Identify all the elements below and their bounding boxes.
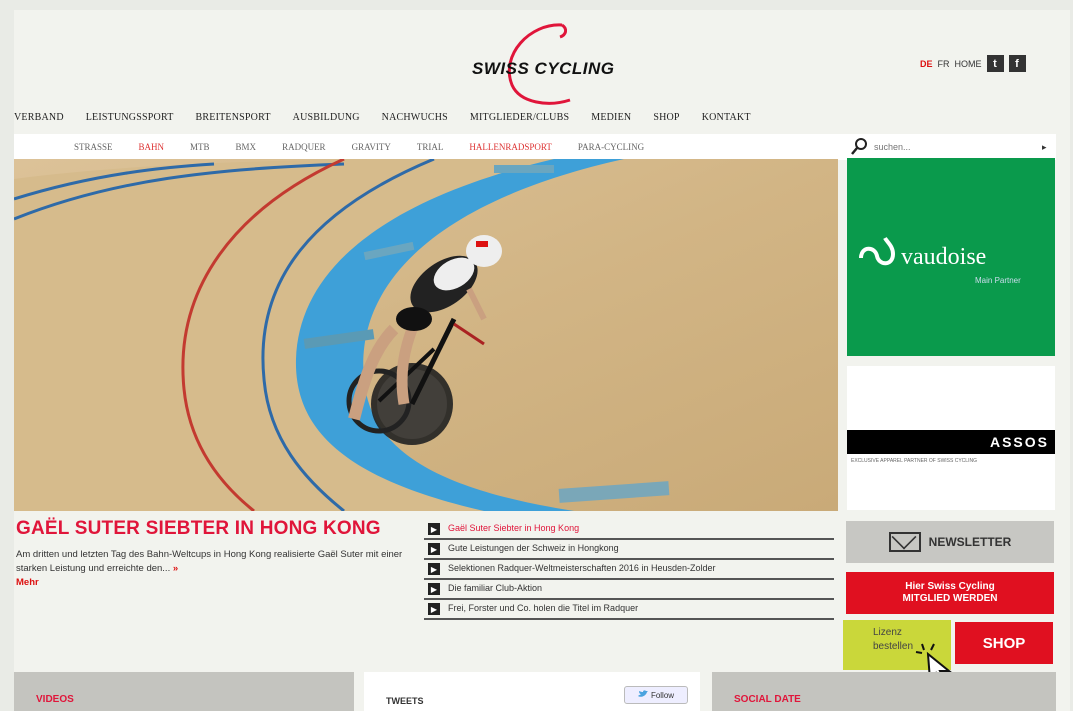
- subnav-trial[interactable]: TRIAL: [417, 142, 444, 152]
- news-item-text[interactable]: Frei, Forster und Co. holen die Titel im…: [448, 603, 638, 614]
- news-item[interactable]: ▶ Frei, Forster und Co. holen die Titel …: [424, 600, 834, 620]
- search-input[interactable]: [872, 141, 1036, 153]
- home-link[interactable]: HOME: [955, 59, 982, 69]
- tweets-panel: TWEETS Follow: [364, 672, 700, 711]
- assos-ad[interactable]: ASSOS EXCLUSIVE APPAREL PARTNER OF SWISS…: [847, 366, 1055, 510]
- social-date-label: SOCIAL DATE: [734, 694, 801, 705]
- twitter-follow-button[interactable]: Follow: [624, 686, 688, 704]
- vaudoise-ad[interactable]: vaudoise Main Partner: [847, 158, 1055, 356]
- article-teaser: Am dritten und letzten Tag des Bahn-Welt…: [16, 548, 416, 590]
- bullet-arrow-icon: ▶: [428, 523, 440, 535]
- subnav-para-cycling[interactable]: PARA-CYCLING: [578, 142, 644, 152]
- nav-leistungssport[interactable]: LEISTUNGSSPORT: [86, 112, 174, 123]
- bullet-arrow-icon: ▶: [428, 583, 440, 595]
- main-nav: VERBAND LEISTUNGSSPORT BREITENSPORT AUSB…: [14, 112, 751, 123]
- lang-de-link[interactable]: DE: [920, 59, 933, 69]
- sub-nav: STRASSE BAHN MTB BMX RADQUER GRAVITY TRI…: [14, 134, 850, 160]
- nav-verband[interactable]: VERBAND: [14, 112, 64, 123]
- shop-label: SHOP: [982, 634, 1026, 652]
- swiss-cycling-logo[interactable]: SWISS CYCLING: [440, 15, 660, 110]
- news-item-text[interactable]: Die familiar Club-Aktion: [448, 583, 542, 594]
- article-title[interactable]: GAËL SUTER SIEBTER IN HONG KONG: [16, 518, 381, 540]
- nav-medien[interactable]: MEDIEN: [591, 112, 631, 123]
- news-item-text[interactable]: Selektionen Radquer-Weltmeisterschaften …: [448, 563, 715, 574]
- more-arrow[interactable]: »: [173, 563, 178, 574]
- become-member-button[interactable]: Hier Swiss Cycling MITGLIED WERDEN: [846, 572, 1054, 614]
- news-item-text[interactable]: Gaël Suter Siebter in Hong Kong: [448, 523, 579, 534]
- assos-logo: ASSOS: [847, 430, 1055, 454]
- news-item[interactable]: ▶ Gute Leistungen der Schweiz in Hongkon…: [424, 540, 834, 560]
- subnav-gravity[interactable]: GRAVITY: [352, 142, 391, 152]
- videos-label: VIDEOS: [36, 694, 74, 705]
- nav-nachwuchs[interactable]: NACHWUCHS: [382, 112, 448, 123]
- subnav-hallenradsport[interactable]: HALLENRADSPORT: [469, 142, 551, 152]
- follow-label: Follow: [650, 690, 675, 700]
- lizenz-line2: bestellen: [873, 641, 914, 652]
- news-item[interactable]: ▶ Gaël Suter Siebter in Hong Kong: [424, 520, 834, 540]
- top-links: DE FR HOME t f: [920, 55, 1026, 72]
- velodrome-cyclist-image: [14, 159, 838, 511]
- nav-shop[interactable]: SHOP: [653, 112, 679, 123]
- nav-kontakt[interactable]: KONTAKT: [702, 112, 751, 123]
- videos-panel: VIDEOS: [14, 672, 354, 711]
- twitter-icon[interactable]: t: [986, 55, 1004, 72]
- nav-mitglieder-clubs[interactable]: MITGLIEDER/CLUBS: [470, 112, 569, 123]
- subnav-bmx[interactable]: BMX: [236, 142, 257, 152]
- subnav-radquer[interactable]: RADQUER: [282, 142, 326, 152]
- subnav-bahn[interactable]: BAHN: [139, 142, 165, 152]
- news-item[interactable]: ▶ Die familiar Club-Aktion: [424, 580, 834, 600]
- envelope-icon: [888, 532, 921, 552]
- facebook-icon[interactable]: f: [1008, 55, 1026, 72]
- vaudoise-logo-icon: [857, 236, 897, 279]
- subnav-strasse[interactable]: STRASSE: [74, 142, 113, 152]
- nav-ausbildung[interactable]: AUSBILDUNG: [293, 112, 360, 123]
- member-line1: Hier Swiss Cycling: [905, 581, 995, 592]
- news-list: ▶ Gaël Suter Siebter in Hong Kong ▶ Gute…: [424, 520, 834, 620]
- bullet-arrow-icon: ▶: [428, 543, 440, 555]
- hero-image[interactable]: [14, 159, 838, 511]
- tweets-label: TWEETS: [386, 696, 424, 706]
- more-link[interactable]: Mehr: [16, 577, 39, 588]
- lizenz-line1: Lizenz: [873, 627, 902, 638]
- bullet-arrow-icon: ▶: [428, 563, 440, 575]
- news-item[interactable]: ▶ Selektionen Radquer-Weltmeisterschafte…: [424, 560, 834, 580]
- nav-breitensport[interactable]: BREITENSPORT: [196, 112, 271, 123]
- bullet-arrow-icon: ▶: [428, 603, 440, 615]
- news-item-text[interactable]: Gute Leistungen der Schweiz in Hongkong: [448, 543, 619, 554]
- assos-subtitle: EXCLUSIVE APPAREL PARTNER OF SWISS CYCLI…: [851, 458, 977, 464]
- subnav-mtb[interactable]: MTB: [190, 142, 210, 152]
- member-line2: MITGLIED WERDEN: [902, 593, 998, 604]
- lang-fr-link[interactable]: FR: [938, 59, 950, 69]
- social-date-panel: SOCIAL DATE: [712, 672, 1056, 711]
- article-teaser-text: Am dritten und letzten Tag des Bahn-Welt…: [16, 549, 403, 574]
- search-icon[interactable]: [848, 134, 872, 160]
- vaudoise-subtitle: Main Partner: [975, 276, 1021, 285]
- newsletter-button[interactable]: NEWSLETTER: [846, 521, 1054, 563]
- search-submit-icon[interactable]: ▸: [1042, 142, 1047, 153]
- twitter-bird-icon: [637, 690, 648, 700]
- shop-button[interactable]: SHOP: [955, 622, 1053, 664]
- vaudoise-name: vaudoise: [901, 244, 987, 270]
- newsletter-label: NEWSLETTER: [928, 535, 1012, 549]
- logo-text: SWISS CYCLING: [472, 59, 615, 78]
- search-box: ▸: [848, 134, 1056, 160]
